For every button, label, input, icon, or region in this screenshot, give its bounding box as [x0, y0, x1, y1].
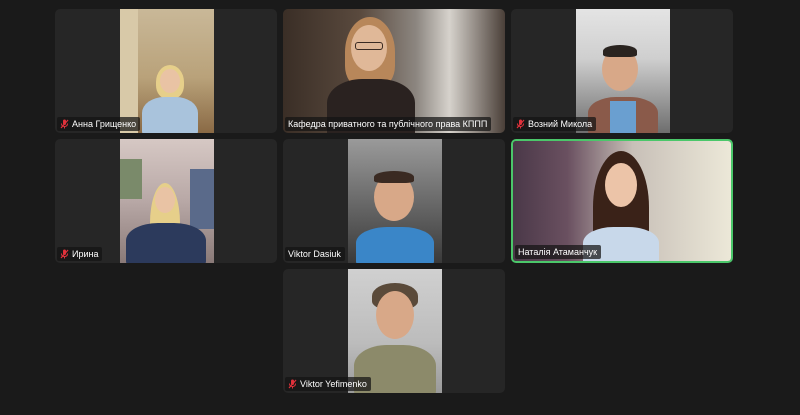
participant-name-label: Viktor Dasiuk	[285, 247, 345, 261]
video-tile-kafedra[interactable]: Кафедра приватного та публічного права К…	[283, 9, 505, 133]
participant-name-label: Возний Микола	[513, 117, 597, 131]
participant-video	[120, 139, 214, 263]
video-tile-anna[interactable]: Анна Грищенко	[55, 9, 277, 133]
participant-video	[576, 9, 670, 133]
participant-name: Наталія Атаманчук	[518, 247, 598, 257]
participant-name: Ирина	[72, 249, 99, 259]
mic-muted-icon	[288, 379, 297, 389]
participant-video	[513, 141, 731, 261]
participant-video	[348, 139, 442, 263]
participant-name: Viktor Dasiuk	[288, 249, 341, 259]
video-tile-viktor-dasiuk[interactable]: Viktor Dasiuk	[283, 139, 505, 263]
participant-name-label: Viktor Yefimenko	[285, 377, 371, 391]
participant-name: Анна Грищенко	[72, 119, 137, 129]
video-tile-voznyi[interactable]: Возний Микола	[511, 9, 733, 133]
participant-name: Viktor Yefimenko	[300, 379, 367, 389]
mic-muted-icon	[516, 119, 525, 129]
participant-name-label: Анна Грищенко	[57, 117, 141, 131]
participant-name-label: Наталія Атаманчук	[515, 245, 602, 259]
participant-video	[283, 9, 505, 133]
participant-video	[120, 9, 214, 133]
participant-name: Возний Микола	[528, 119, 593, 129]
video-tile-natalia-active[interactable]: Наталія Атаманчук	[511, 139, 733, 263]
video-tile-viktor-yefimenko[interactable]: Viktor Yefimenko	[283, 269, 505, 393]
participant-name-label: Кафедра приватного та публічного права К…	[285, 117, 492, 131]
mic-muted-icon	[60, 119, 69, 129]
participant-name-label: Ирина	[57, 247, 103, 261]
mic-muted-icon	[60, 249, 69, 259]
video-tile-iryna[interactable]: Ирина	[55, 139, 277, 263]
participant-video	[348, 269, 442, 393]
participant-name: Кафедра приватного та публічного права К…	[288, 119, 488, 129]
